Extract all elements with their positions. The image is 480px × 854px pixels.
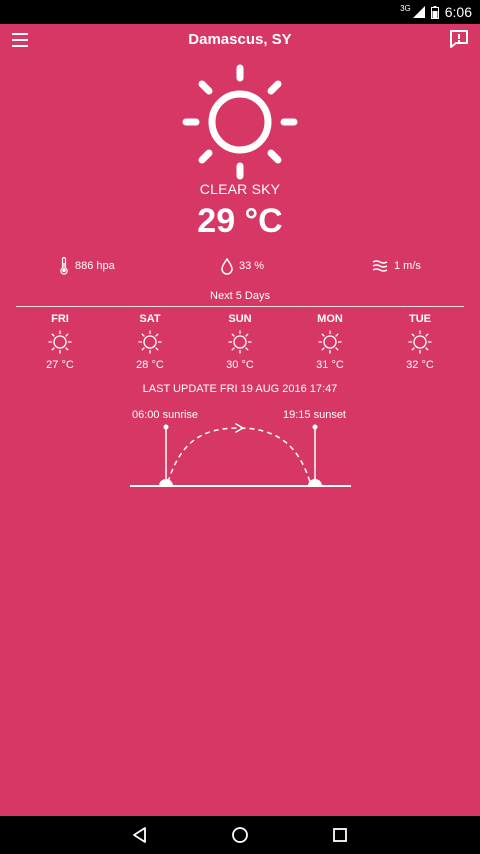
- signal-icon: [412, 6, 425, 18]
- forecast-day: TUE 32 °C: [375, 313, 465, 371]
- wind-metric: 1 m/s: [372, 256, 421, 276]
- forecast-day-temp: 32 °C: [406, 359, 434, 371]
- forecast-day: SUN 30 °C: [195, 313, 285, 371]
- forecast-day: SAT 28 °C: [105, 313, 195, 371]
- network-type: 3G: [400, 3, 411, 13]
- sun-icon: [182, 64, 298, 180]
- navigation-bar: [0, 816, 480, 854]
- sunrise-dot: [159, 479, 173, 486]
- sun-icon: [408, 330, 432, 354]
- sun-path-diagram: [130, 423, 351, 487]
- wind-icon: [372, 260, 388, 272]
- forecast-day-temp: 31 °C: [316, 359, 344, 371]
- forecast-day-name: TUE: [409, 313, 431, 325]
- clock: 6:06: [444, 4, 472, 20]
- page-title: Damascus, SY: [188, 31, 292, 48]
- status-bar: 3G 6:06: [0, 0, 480, 24]
- forecast-day-name: MON: [317, 313, 343, 325]
- divider: [16, 306, 464, 307]
- recents-icon[interactable]: [330, 825, 350, 845]
- thermometer-icon: [60, 257, 68, 275]
- home-icon[interactable]: [230, 825, 250, 845]
- forecast-heading: Next 5 Days: [210, 290, 270, 302]
- weather-metrics: 886 hpa 33 % 1 m/s: [0, 256, 480, 276]
- last-update: LAST UPDATE FRI 19 AUG 2016 17:47: [142, 383, 338, 395]
- weather-condition: CLEAR SKY: [199, 181, 281, 197]
- sun-icon: [318, 330, 342, 354]
- sun-icon: [228, 330, 252, 354]
- sun-icon: [48, 330, 72, 354]
- back-icon[interactable]: [130, 825, 150, 845]
- sun-icon: [138, 330, 162, 354]
- arrow-icon: [235, 423, 245, 433]
- forecast-day-temp: 27 °C: [46, 359, 74, 371]
- forecast-day-name: SAT: [139, 313, 161, 325]
- app-bar: Damascus, SY: [0, 24, 480, 56]
- sun-arc: [167, 427, 311, 483]
- forecast-day-name: SUN: [228, 313, 252, 325]
- water-drop-icon: [221, 257, 233, 275]
- forecast-day: MON 31 °C: [285, 313, 375, 371]
- forecast-day-name: FRI: [51, 313, 69, 325]
- pressure-value: 886 hpa: [75, 260, 115, 272]
- pressure-metric: 886 hpa: [59, 256, 115, 276]
- forecast-day: FRI 27 °C: [15, 313, 105, 371]
- wind-value: 1 m/s: [394, 260, 421, 272]
- forecast-day-temp: 30 °C: [226, 359, 254, 371]
- report-icon[interactable]: [448, 28, 470, 50]
- forecast-day-temp: 28 °C: [136, 359, 164, 371]
- humidity-value: 33 %: [239, 260, 265, 272]
- forecast-list: FRI 27 °C SAT 28 °C SUN 30 °C MON 31 °C …: [15, 313, 465, 371]
- current-temperature: 29 °C: [197, 202, 283, 240]
- battery-icon: [430, 5, 439, 19]
- humidity-metric: 33 %: [221, 256, 264, 276]
